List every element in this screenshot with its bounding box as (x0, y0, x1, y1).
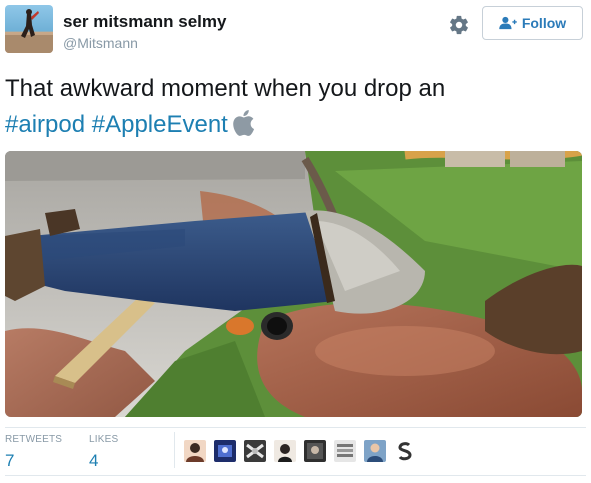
gear-icon[interactable] (448, 14, 470, 36)
tweet-text-line1: That awkward moment when you drop an (5, 75, 446, 102)
liker-avatar-3[interactable] (244, 440, 266, 462)
retweets-stat[interactable]: RETWEETS 7 (5, 434, 62, 471)
liker-avatar-5[interactable] (304, 440, 326, 462)
liker-avatar-4[interactable] (274, 440, 296, 462)
liker-avatar-7[interactable] (364, 440, 386, 462)
author-handle[interactable]: @Mitsmann (63, 35, 138, 51)
retweets-label: RETWEETS (5, 434, 63, 445)
stats-separator (174, 432, 175, 468)
author-avatar[interactable] (5, 5, 53, 53)
follow-label: Follow (521, 15, 567, 31)
tweet-text: That awkward moment when you drop an #ai… (5, 71, 575, 143)
hashtag-appleevent[interactable]: #AppleEvent (92, 111, 228, 138)
stats-divider-top (5, 427, 586, 428)
liker-avatar-6[interactable] (334, 440, 356, 462)
add-user-icon (499, 16, 517, 30)
apple-logo-icon (233, 110, 254, 136)
liker-avatar-8[interactable] (394, 440, 416, 462)
tweet-text-line2: #airpod #AppleEvent (5, 107, 575, 143)
likers-row (184, 440, 424, 462)
liker-avatar-1[interactable] (184, 440, 206, 462)
author-name[interactable]: ser mitsmann selmy (63, 12, 226, 32)
likes-count: 4 (89, 451, 99, 470)
liker-avatar-2[interactable] (214, 440, 236, 462)
likes-stat[interactable]: LIKES 4 (89, 434, 118, 471)
photo-illustration (5, 151, 582, 417)
tweet-photo[interactable] (5, 151, 582, 417)
stats-divider-bottom (5, 475, 586, 476)
likes-label: LIKES (89, 434, 119, 445)
tweet-card: ser mitsmann selmy @Mitsmann Follow That… (0, 0, 591, 483)
hashtag-airpod[interactable]: #airpod (5, 111, 85, 138)
retweets-count: 7 (5, 451, 15, 470)
follow-button[interactable]: Follow (482, 6, 583, 40)
